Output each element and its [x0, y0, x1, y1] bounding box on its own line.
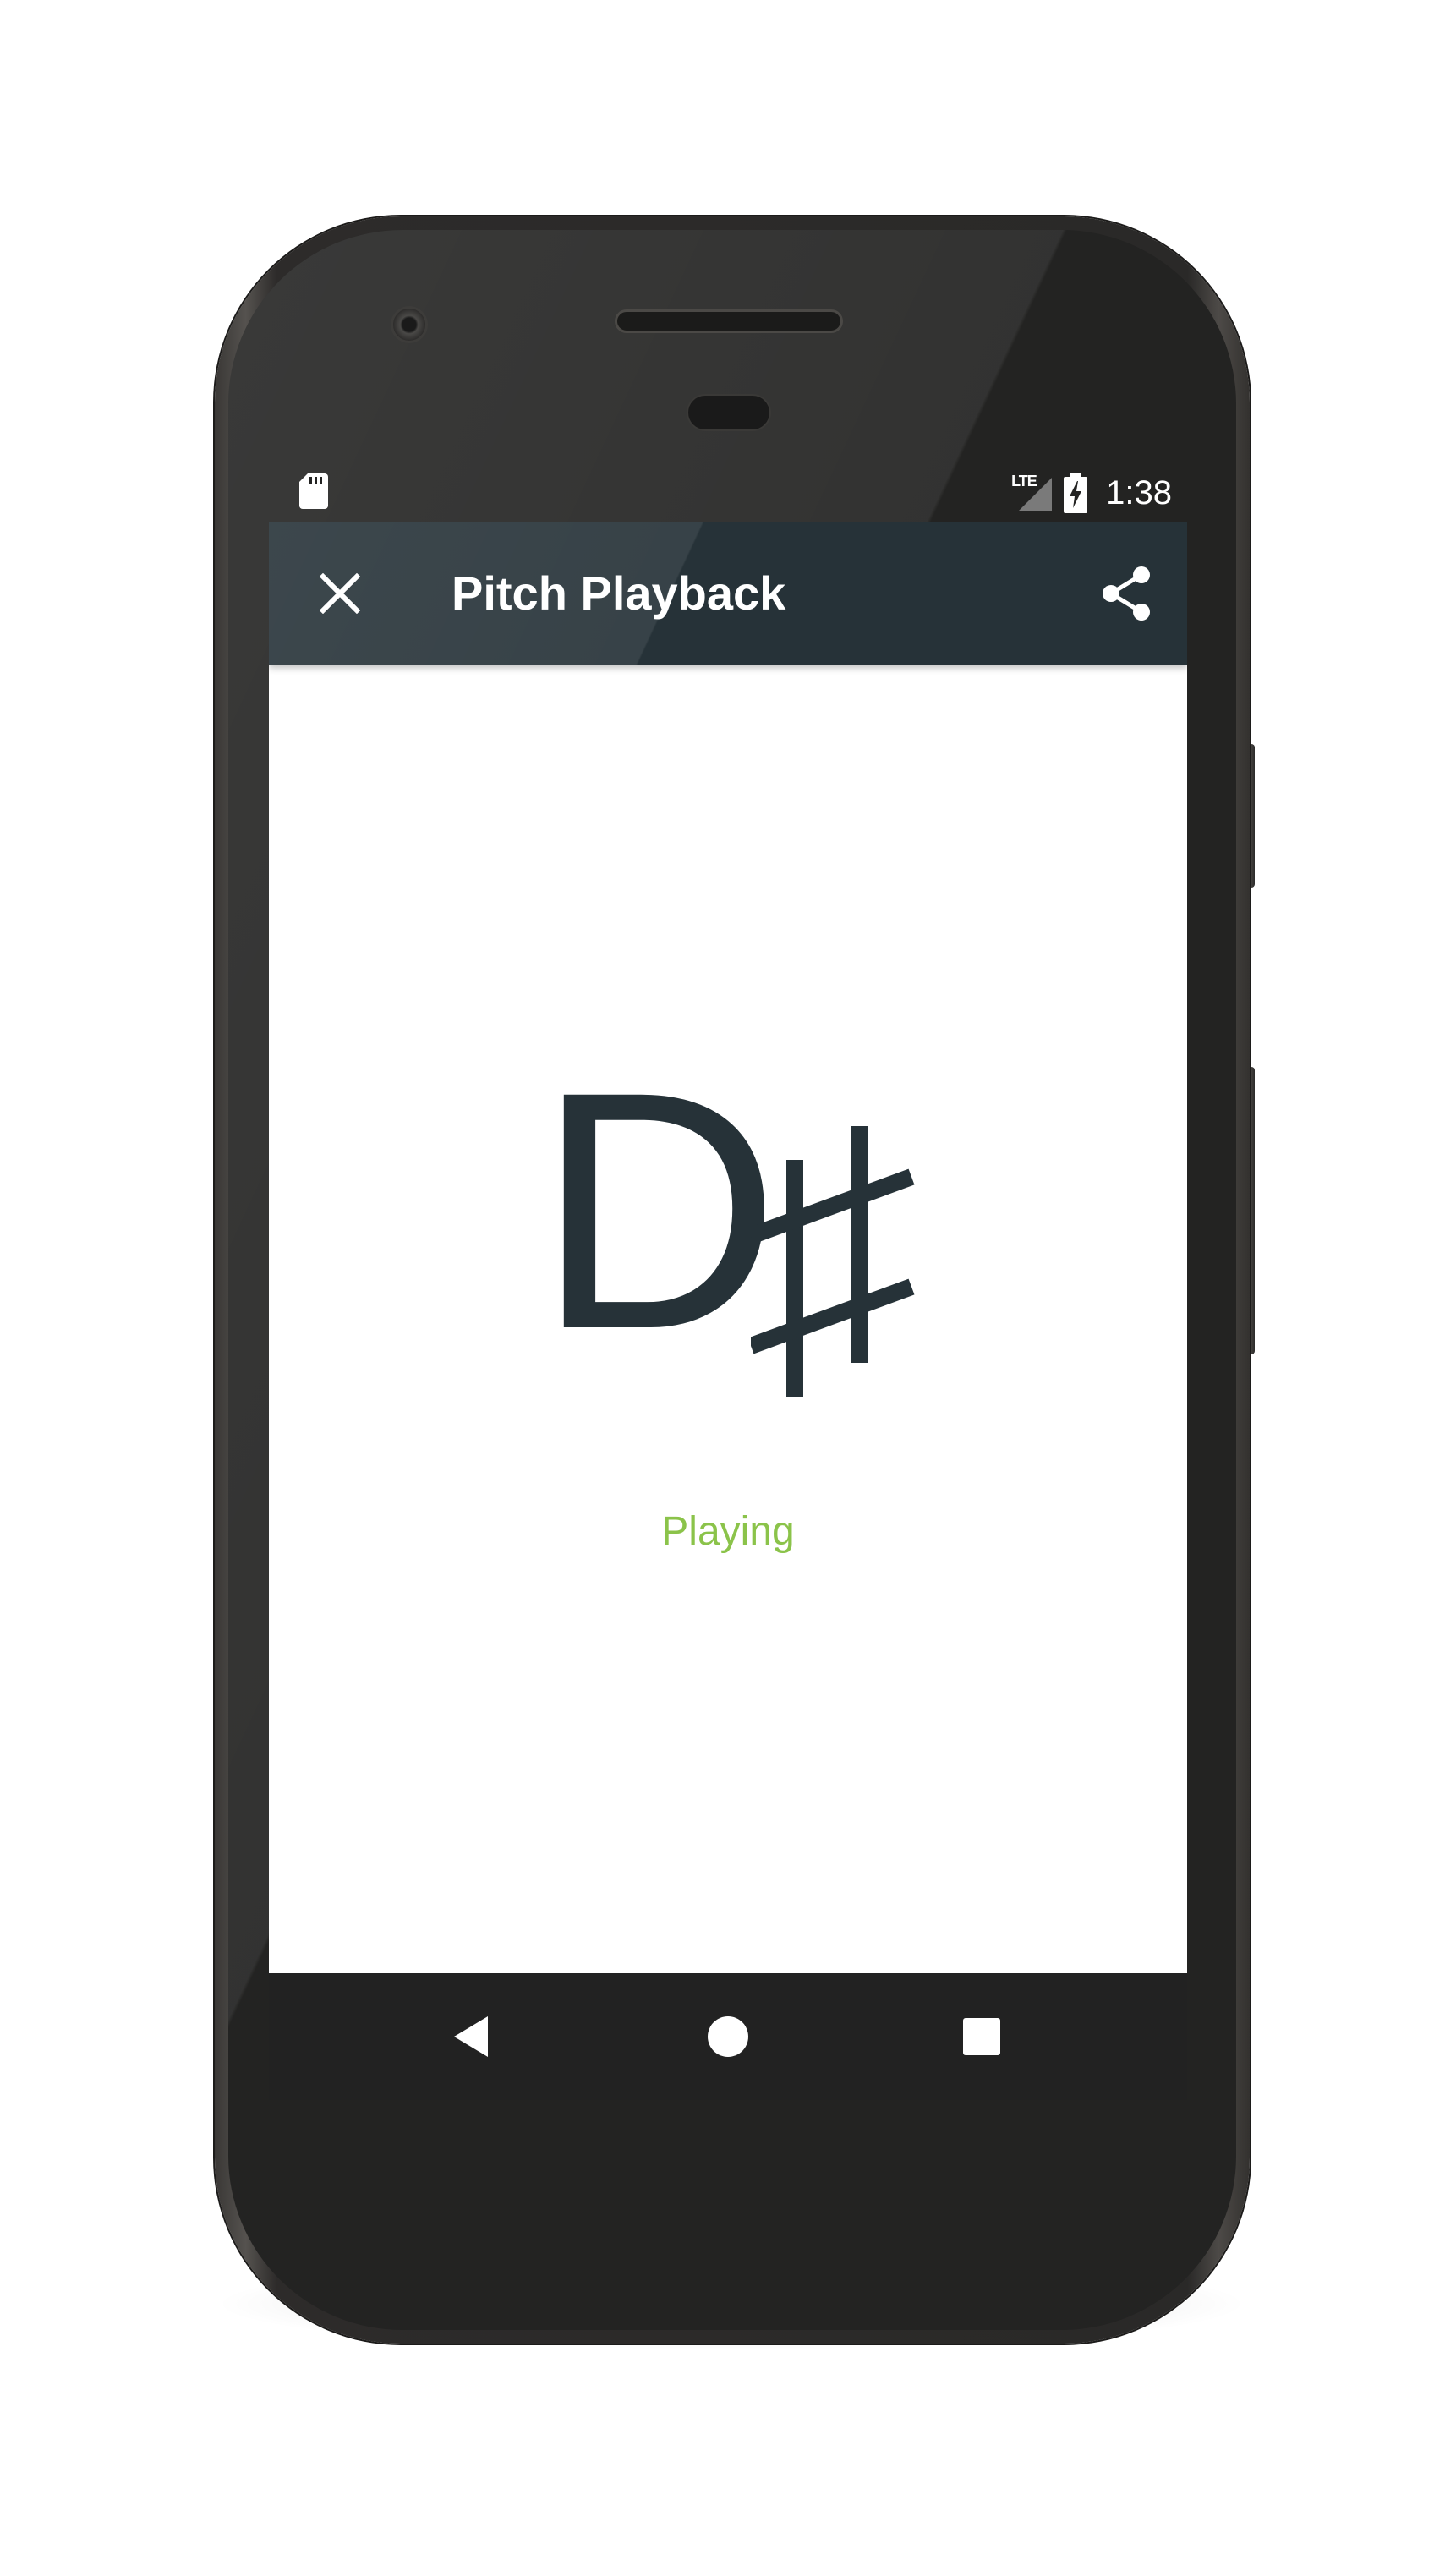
recents-icon: [963, 2018, 1000, 2055]
proximity-sensor: [687, 394, 771, 431]
sharp-sign: [747, 1109, 920, 1397]
playback-status: Playing: [661, 1509, 795, 1554]
sd-card-icon: [299, 473, 328, 509]
status-bar: LTE 1:38: [269, 463, 1187, 522]
front-camera: [391, 306, 428, 343]
back-button[interactable]: [433, 1999, 509, 2075]
status-icons: LTE 1:38: [1011, 470, 1172, 516]
clock: 1:38: [1106, 473, 1172, 511]
share-button[interactable]: [1091, 558, 1162, 629]
back-icon: [454, 2016, 488, 2057]
pitch-display: D: [269, 1042, 1187, 1397]
share-icon: [1103, 566, 1150, 621]
app-screen: Pitch Playback D Playing: [269, 522, 1187, 1973]
close-icon: [320, 573, 360, 614]
pitch-content: D Playing: [269, 665, 1187, 1973]
app-bar: Pitch Playback: [269, 522, 1187, 665]
battery-charging-icon: [1064, 473, 1088, 513]
device-mockup: LTE 1:38 Pitch Playback D Playing: [0, 0, 1456, 2576]
close-button[interactable]: [304, 558, 375, 629]
network-type-label: LTE: [1011, 473, 1037, 489]
signal-icon: LTE: [1011, 473, 1053, 513]
page-title: Pitch Playback: [452, 566, 786, 620]
recents-button[interactable]: [944, 1999, 1020, 2075]
navigation-bar: [269, 1973, 1187, 2100]
earpiece-speaker: [615, 309, 843, 333]
pitch-note: D: [536, 1021, 780, 1399]
home-button[interactable]: [690, 1999, 766, 2075]
home-icon: [708, 2016, 748, 2057]
